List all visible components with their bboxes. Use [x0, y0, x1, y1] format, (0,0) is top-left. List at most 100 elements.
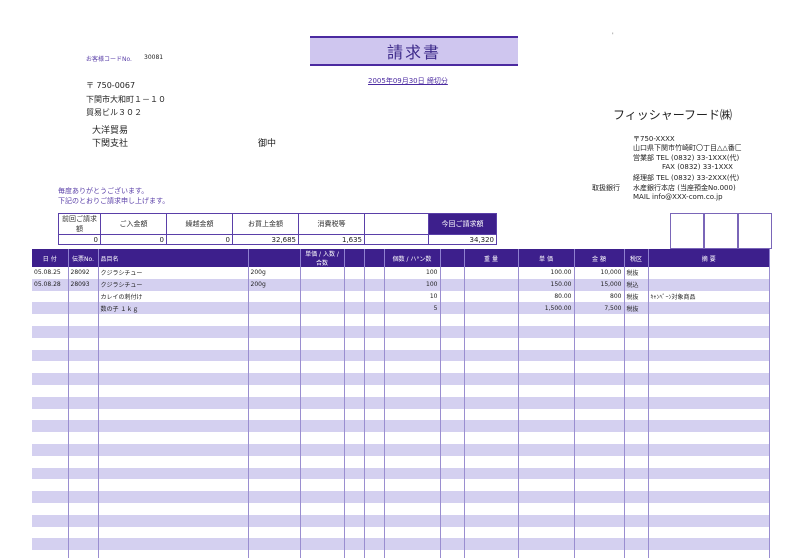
table-row — [32, 408, 770, 421]
table-cell — [32, 538, 69, 551]
customer-code-label: お客様コードNo. — [86, 56, 132, 63]
table-cell: 05.08.28 — [32, 278, 69, 291]
table-cell — [464, 278, 519, 291]
table-row — [32, 514, 770, 527]
table-cell — [384, 408, 441, 421]
table-cell — [344, 443, 365, 456]
col-item-name: 品目名 — [98, 249, 249, 267]
table-cell — [440, 361, 465, 374]
table-cell — [248, 550, 301, 558]
table-cell — [464, 455, 519, 468]
table-cell — [624, 467, 649, 480]
table-cell — [518, 420, 575, 433]
table-cell — [364, 443, 385, 456]
table-cell — [518, 514, 575, 527]
table-cell — [464, 384, 519, 397]
table-cell — [574, 349, 625, 362]
table-cell — [518, 491, 575, 503]
table-cell — [648, 467, 770, 480]
table-row — [32, 467, 770, 480]
table-cell — [364, 514, 385, 527]
table-cell: 10 — [384, 290, 441, 303]
table-cell — [384, 550, 441, 558]
table-cell: カレイの刺付け — [98, 290, 249, 303]
table-cell — [300, 479, 345, 492]
table-cell — [624, 526, 649, 539]
table-cell — [648, 267, 770, 279]
table-cell — [344, 526, 365, 539]
table-cell — [248, 443, 301, 456]
table-cell — [32, 455, 69, 468]
greeting-line-1: 毎度ありがとうございます。 — [58, 187, 149, 195]
table-cell — [440, 526, 465, 539]
table-cell — [248, 373, 301, 385]
summary-value-previous: 0 — [58, 234, 101, 245]
table-cell — [300, 337, 345, 350]
table-cell — [384, 420, 441, 433]
billing-period: 2005年09月30日 締切分 — [368, 77, 448, 85]
table-cell — [464, 443, 519, 456]
table-cell — [574, 373, 625, 385]
table-cell — [344, 455, 365, 468]
table-cell — [98, 538, 249, 551]
table-cell — [518, 337, 575, 350]
table-cell — [248, 432, 301, 444]
table-cell — [440, 267, 465, 279]
col-tax-class: 税区 — [624, 249, 649, 267]
table-cell — [364, 373, 385, 385]
table-cell — [344, 267, 365, 279]
table-cell — [248, 526, 301, 539]
table-cell — [440, 337, 465, 350]
table-cell: 05.08.25 — [32, 267, 69, 279]
table-cell — [384, 538, 441, 551]
summary-header-carryover: 繰越金額 — [166, 213, 233, 235]
company-sales-fax: FAX (0832) 33-1XXX — [662, 163, 733, 171]
table-row: 05.08.25 28092 クジラシチュー 200g 100 100.00 10,000 税… — [32, 267, 770, 279]
table-cell — [624, 502, 649, 515]
table-cell — [624, 314, 649, 326]
table-cell — [68, 491, 99, 503]
table-cell — [300, 384, 345, 397]
table-cell — [440, 408, 465, 421]
table-cell — [464, 349, 519, 362]
table-cell — [98, 325, 249, 338]
table-cell — [464, 408, 519, 421]
table-cell — [248, 408, 301, 421]
table-cell — [364, 467, 385, 480]
table-row — [32, 325, 770, 338]
table-cell — [624, 337, 649, 350]
table-cell — [300, 491, 345, 503]
col-spec — [248, 249, 301, 267]
table-cell — [364, 290, 385, 303]
customer-branch: 下関支社 — [92, 139, 129, 149]
table-cell — [32, 384, 69, 397]
table-cell: 税抜 — [624, 267, 649, 279]
table-cell — [300, 278, 345, 291]
table-cell — [364, 302, 385, 315]
table-cell — [574, 538, 625, 551]
table-cell — [98, 432, 249, 444]
customer-name: 大洋貿易 — [92, 126, 129, 136]
table-cell — [344, 514, 365, 527]
table-cell — [32, 373, 69, 385]
table-cell — [440, 491, 465, 503]
summary-table: 前回ご請求額 ご入金額 繰越金額 お買上金額 消費税等 今回ご請求額 0 0 0… — [58, 213, 497, 245]
table-cell — [98, 550, 249, 558]
document-title: 請求書 — [310, 36, 518, 66]
table-cell — [248, 349, 301, 362]
table-cell — [68, 337, 99, 350]
table-cell — [98, 314, 249, 326]
table-cell — [98, 396, 249, 409]
corner-mark: ' — [612, 32, 614, 39]
table-row — [32, 432, 770, 444]
table-cell — [464, 396, 519, 409]
table-cell — [464, 302, 519, 315]
table-cell — [464, 467, 519, 480]
table-cell — [574, 467, 625, 480]
table-cell — [648, 408, 770, 421]
summary-header-tax: 消費税等 — [298, 213, 365, 235]
table-row — [32, 314, 770, 326]
table-row — [32, 443, 770, 456]
table-cell — [68, 408, 99, 421]
summary-value-current: 34,320 — [428, 234, 497, 245]
